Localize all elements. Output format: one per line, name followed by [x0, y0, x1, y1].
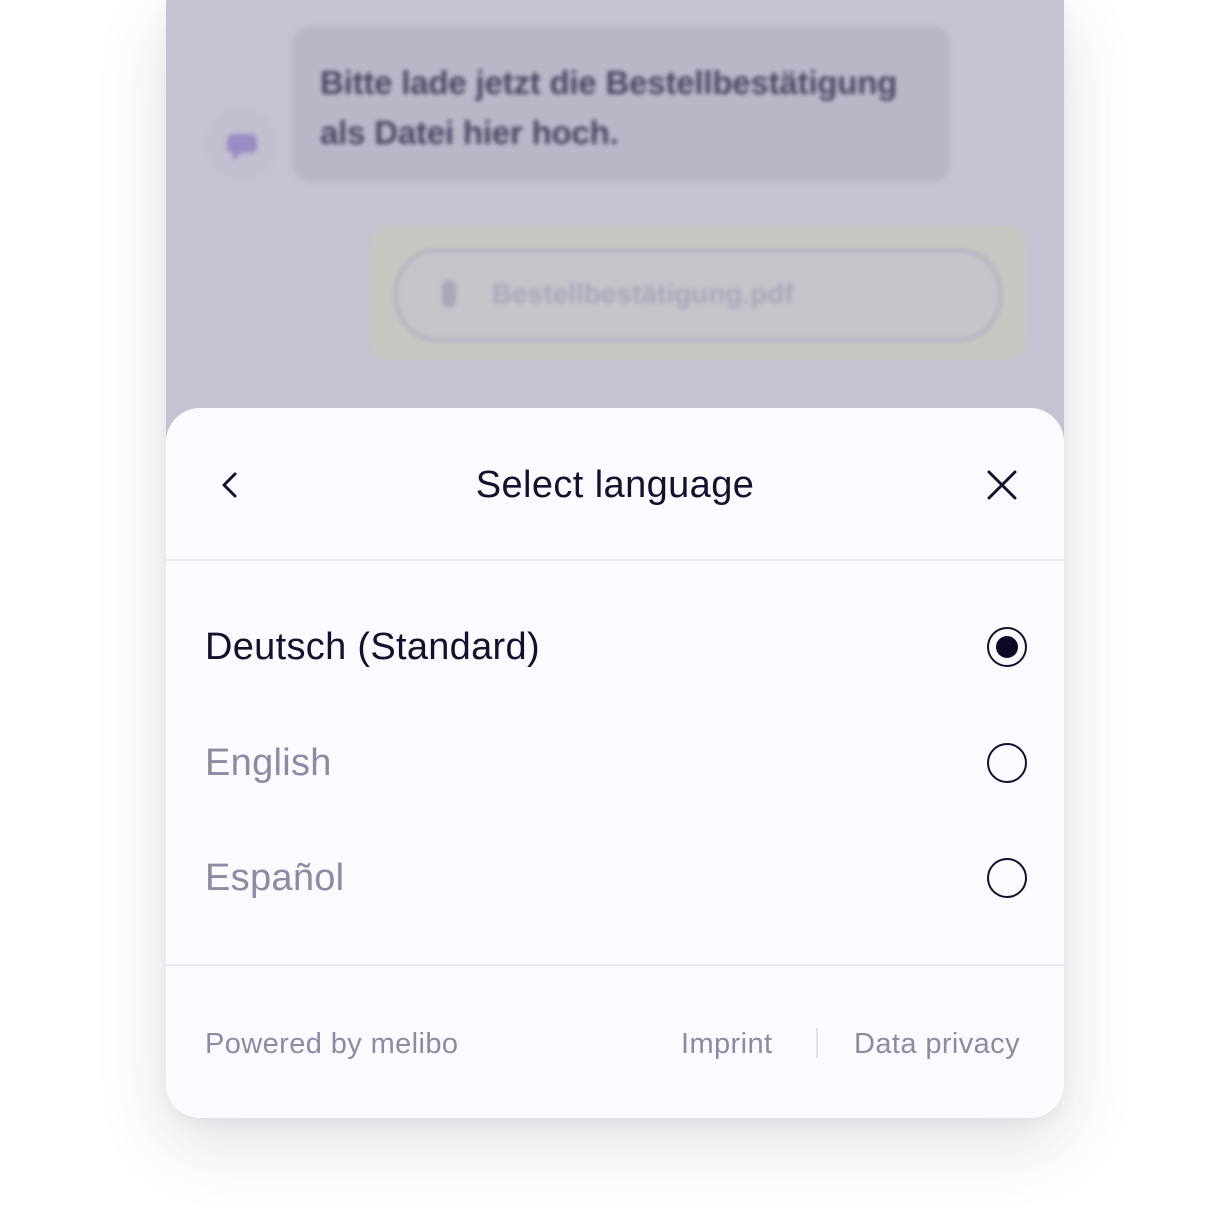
footer-divider [816, 1028, 818, 1058]
radio-button-selected[interactable] [987, 627, 1027, 667]
uploaded-file-chip: Bestellbestätigung.pdf [394, 248, 1002, 342]
radio-dot [996, 636, 1018, 658]
language-option-english[interactable]: English [166, 706, 1064, 822]
sheet-title: Select language [475, 464, 755, 506]
powered-by-text: Powered by melibo [205, 1028, 459, 1060]
language-label: Español [205, 857, 345, 899]
close-button[interactable] [980, 462, 1024, 508]
page-background: Bitte lade jetzt die Bestellbestätigung … [0, 0, 1232, 1232]
language-label: English [205, 741, 332, 784]
chat-transcript: Bitte lade jetzt die Bestellbestätigung … [166, 0, 1064, 440]
bot-message-text: Bitte lade jetzt die Bestellbestätigung … [320, 64, 898, 151]
language-sheet: Select language Deutsch (Standard) Engli… [166, 408, 1064, 1118]
sheet-header: Select language [166, 408, 1064, 561]
chat-bubble-icon [227, 134, 257, 161]
sheet-footer: Powered by melibo Imprint Data privacy [166, 964, 1064, 1118]
data-privacy-link[interactable]: Data privacy [854, 1024, 1020, 1064]
chat-backdrop: Bitte lade jetzt die Bestellbestätigung … [166, 0, 1064, 440]
user-message: Bestellbestätigung.pdf [370, 226, 1026, 360]
language-option-deutsch[interactable]: Deutsch (Standard) [166, 590, 1064, 706]
radio-button[interactable] [987, 742, 1027, 783]
radio-button[interactable] [987, 858, 1027, 898]
bot-message: Bitte lade jetzt die Bestellbestätigung … [292, 26, 950, 182]
paperclip-icon [442, 280, 456, 308]
language-option-espanol[interactable]: Español [166, 821, 1064, 937]
chat-widget: Bitte lade jetzt die Bestellbestätigung … [166, 0, 1064, 1118]
uploaded-file-name: Bestellbestätigung.pdf [492, 278, 794, 309]
language-list: Deutsch (Standard) English Español [166, 590, 1064, 937]
language-label: Deutsch (Standard) [205, 626, 540, 668]
bot-avatar [206, 108, 278, 180]
close-icon [987, 470, 1017, 500]
imprint-link[interactable]: Imprint [681, 1024, 772, 1064]
